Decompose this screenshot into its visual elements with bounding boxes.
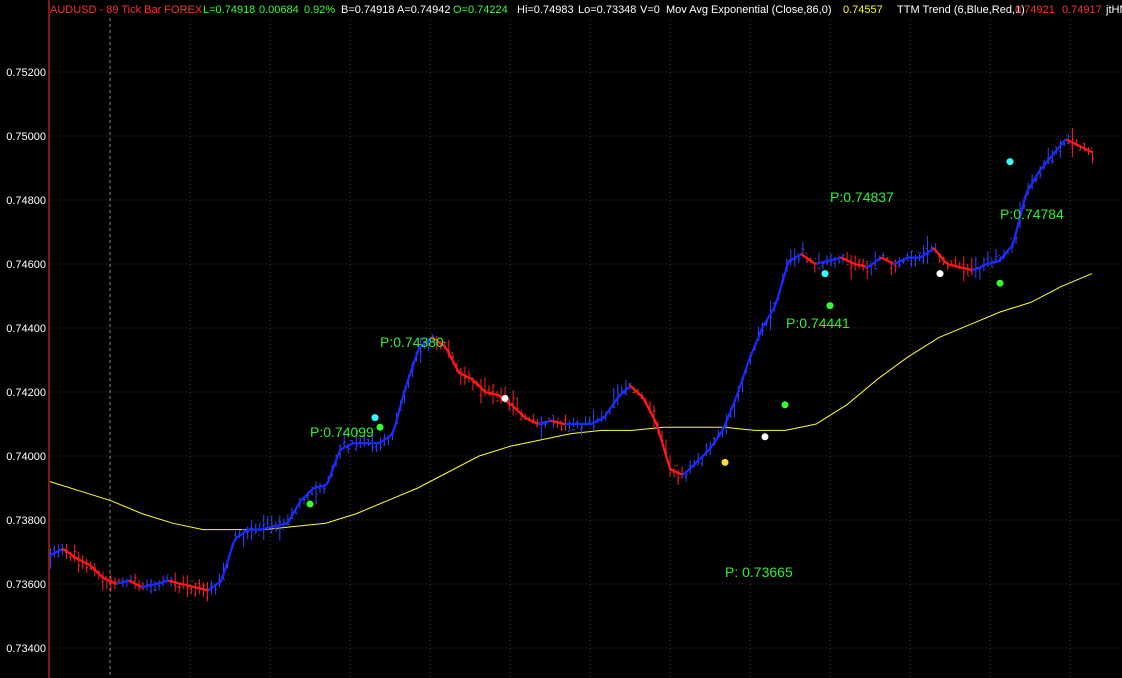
price-tick-label: 0.74400 <box>6 323 46 335</box>
price-tick-label: 0.73600 <box>6 579 46 591</box>
signal-dot <box>721 458 729 466</box>
low-price: Lo=0.73348 <box>578 4 636 16</box>
ema-study-label: Mov Avg Exponential (Close,86,0) <box>666 4 832 16</box>
price-tick-label: 0.74800 <box>6 195 46 207</box>
symbol-label: AUDUSD - 89 Tick Bar FOREX <box>50 4 203 16</box>
signal-dot <box>781 401 789 409</box>
ttm-study-value-2: 0.74917 <box>1062 4 1102 16</box>
signal-dot <box>761 433 769 441</box>
signal-dot <box>1006 158 1014 166</box>
price-tick-label: 0.75000 <box>6 131 46 143</box>
pivot-label: P:0.74099 <box>310 424 374 440</box>
pivot-label: P:0.74441 <box>786 315 850 331</box>
change-value: 0.00684 <box>259 4 299 16</box>
chart-header: AUDUSD - 89 Tick Bar FOREX L=0.74918 0.0… <box>50 4 1122 16</box>
extra-study-label: jtHM <box>1105 4 1122 16</box>
high-price: Hi=0.74983 <box>517 4 574 16</box>
signal-dot <box>936 270 944 278</box>
signal-dot <box>501 394 509 402</box>
price-tick-label: 0.74600 <box>6 259 46 271</box>
change-percent: 0.92% <box>304 4 335 16</box>
signal-dot <box>996 279 1004 287</box>
chart-canvas[interactable]: 0.75200 0.75000 0.74800 0.74600 0.74400 0.742… <box>0 0 1122 678</box>
volume-value: V=0 <box>640 4 660 16</box>
bid-price: B=0.74918 <box>341 4 395 16</box>
signal-dot <box>306 500 314 508</box>
open-price: O=0.74224 <box>453 4 508 16</box>
price-tick-label: 0.73800 <box>6 515 46 527</box>
last-price: L=0.74918 <box>203 4 255 16</box>
signal-dot <box>826 302 834 310</box>
price-tick-label: 0.73400 <box>6 643 46 655</box>
ttm-study-value-1: 0.74921 <box>1015 4 1055 16</box>
price-tick-label: 0.75200 <box>6 67 46 79</box>
price-tick-label: 0.74200 <box>6 387 46 399</box>
ask-price: A=0.74942 <box>397 4 451 16</box>
chart-background <box>0 0 1122 678</box>
signal-dot <box>371 414 379 422</box>
ttm-trend-segment <box>1088 149 1094 154</box>
pivot-label: P:0.74380 <box>380 334 444 350</box>
pivot-label: P:0.74784 <box>1000 206 1064 222</box>
price-tick-label: 0.74000 <box>6 451 46 463</box>
pivot-label: P:0.74837 <box>830 189 894 205</box>
signal-dot <box>821 270 829 278</box>
ema-study-value: 0.74557 <box>843 4 883 16</box>
ttm-study-label: TTM Trend (6,Blue,Red,1) <box>897 4 1025 16</box>
pivot-label: P: 0.73665 <box>725 564 793 580</box>
signal-dot <box>376 423 384 431</box>
